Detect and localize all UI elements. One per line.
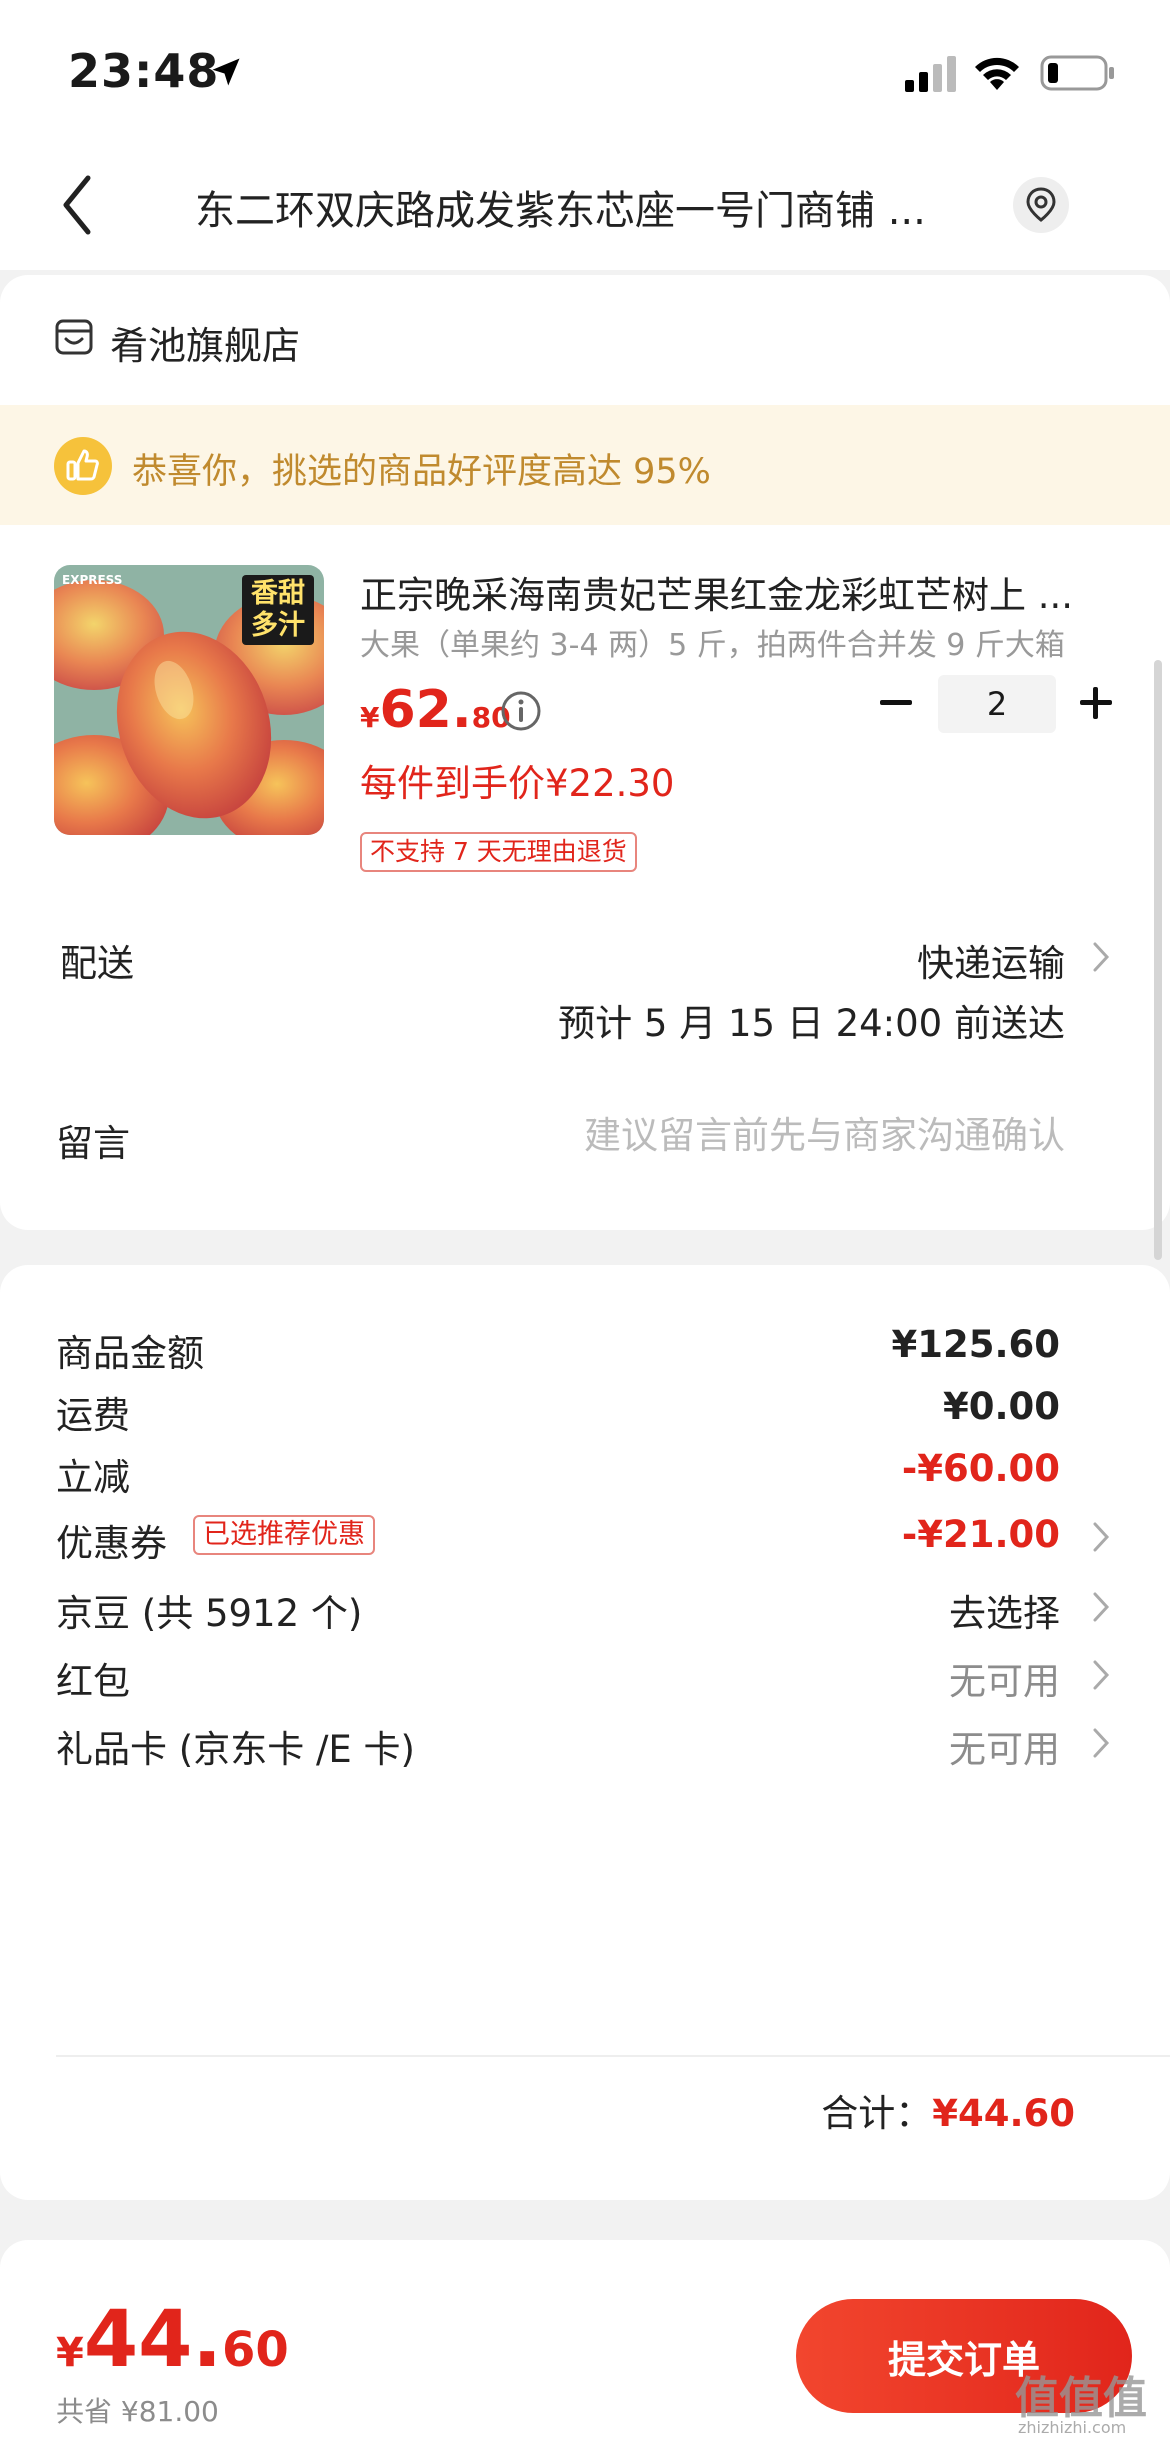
footer-price: ¥44.60 (56, 2295, 289, 2385)
note-input[interactable] (505, 1105, 1065, 1165)
plus-icon[interactable] (1076, 683, 1116, 723)
badge-line-1: 香甜 (251, 578, 305, 609)
total-label: 合计： (821, 2092, 933, 2135)
quantity-value[interactable]: 2 (938, 675, 1056, 733)
coupon-tag: 已选推荐优惠 (193, 1515, 375, 1555)
shop-icon (55, 319, 93, 355)
location-pin-icon (1026, 187, 1056, 222)
discount-label: 立减 (56, 1456, 130, 1499)
watermark-url: zhizhizhi.com (1018, 2418, 1127, 2437)
info-icon[interactable] (500, 690, 542, 732)
price-symbol: ¥ (360, 701, 380, 734)
discount-row: 立减 -¥60.00 (0, 1447, 1170, 1507)
goods-amount-row: 商品金额 ¥125.60 (0, 1323, 1170, 1383)
goods-amount-label: 商品金额 (56, 1332, 204, 1375)
price-summary-card: 商品金额 ¥125.60 运费 ¥0.00 立减 -¥60.00 优惠券 已选推… (0, 1265, 1170, 2200)
coupon-row[interactable]: 优惠券 已选推荐优惠 -¥21.00 (0, 1513, 1170, 1573)
order-product-card: 肴池旗舰店 恭喜你，挑选的商品好评度高达 95% EXPRESS 香甜 多汁 正… (0, 275, 1170, 1230)
delivery-label: 配送 (60, 942, 134, 985)
footer-saved: 共省 ¥81.00 (56, 2395, 219, 2428)
chevron-right-icon[interactable] (1090, 1589, 1112, 1625)
red-packet-label: 红包 (56, 1660, 130, 1703)
footer-price-integer: 44. (83, 2295, 223, 2385)
footer-price-symbol: ¥ (56, 2330, 84, 2376)
discount-value: -¥60.00 (901, 1447, 1060, 1490)
coupon-label: 优惠券 (56, 1522, 167, 1565)
goods-amount-value: ¥125.60 (891, 1323, 1060, 1366)
battery-icon (1040, 55, 1114, 91)
shipping-row: 运费 ¥0.00 (0, 1385, 1170, 1445)
divider (56, 2055, 1170, 2057)
signal-icon (905, 56, 956, 92)
chevron-right-icon[interactable] (1090, 1519, 1112, 1555)
jingdou-value: 去选择 (949, 1592, 1060, 1635)
minus-icon[interactable] (876, 683, 916, 723)
product-price: ¥62.80 (360, 680, 541, 740)
location-arrow-icon (212, 58, 240, 86)
product-image[interactable]: EXPRESS 香甜 多汁 (54, 565, 324, 835)
back-chevron-icon[interactable] (52, 172, 102, 238)
scrollbar[interactable] (1154, 660, 1162, 1260)
total-value: ¥44.60 (932, 2092, 1075, 2135)
nav-bar: 东二环双庆路成发紫东芯座一号门商铺 ... (0, 140, 1170, 270)
badge-line-2: 多汁 (251, 610, 305, 641)
gift-card-label: 礼品卡 (京东卡 /E 卡) (56, 1728, 415, 1771)
jingdou-row[interactable]: 京豆 (共 5912 个) 去选择 (0, 1583, 1170, 1643)
delivery-address-title[interactable]: 东二环双庆路成发紫东芯座一号门商铺 ... (195, 178, 975, 236)
product-badge: 香甜 多汁 (242, 575, 314, 645)
gift-card-value: 无可用 (949, 1728, 1060, 1771)
coupon-value: -¥21.00 (901, 1513, 1060, 1556)
footer-bar: ¥44.60 共省 ¥81.00 提交订单 (0, 2275, 1170, 2447)
red-packet-value: 无可用 (949, 1660, 1060, 1703)
chevron-right-icon[interactable] (1090, 939, 1112, 975)
chevron-right-icon[interactable] (1090, 1657, 1112, 1693)
shop-name: 肴池旗舰店 (110, 324, 301, 368)
delivery-eta: 预计 5 月 15 日 24:00 前送达 (558, 1002, 1065, 1045)
praise-text: 恭喜你，挑选的商品好评度高达 95% (132, 452, 711, 492)
note-label: 留言 (56, 1122, 130, 1165)
thumbs-up-icon (54, 437, 112, 495)
footer-price-decimal: 60 (222, 2322, 289, 2378)
red-packet-row[interactable]: 红包 无可用 (0, 1651, 1170, 1711)
chevron-right-icon[interactable] (1090, 1725, 1112, 1761)
total-row: 合计：¥44.60 (821, 2083, 1075, 2137)
wifi-icon (975, 57, 1019, 90)
praise-banner: 恭喜你，挑选的商品好评度高达 95% (0, 405, 1170, 525)
location-button[interactable] (1013, 177, 1069, 233)
status-bar: 23:48 (0, 0, 1170, 140)
no-return-tag: 不支持 7 天无理由退货 (360, 832, 637, 872)
price-integer: 62. (379, 680, 472, 740)
shipping-label: 运费 (56, 1394, 130, 1437)
product-spec: 大果（单果约 3-4 两）5 斤，拍两件合并发 9 斤大箱 (360, 628, 1065, 663)
express-tag: EXPRESS (62, 573, 123, 587)
gift-card-row[interactable]: 礼品卡 (京东卡 /E 卡) 无可用 (0, 1719, 1170, 1779)
status-time: 23:48 (68, 44, 220, 98)
jingdou-label: 京豆 (共 5912 个) (56, 1592, 363, 1635)
product-title[interactable]: 正宗晚采海南贵妃芒果红金龙彩虹芒树上 ... (360, 565, 1120, 619)
unit-price: 每件到手价¥22.30 (360, 762, 675, 805)
watermark: 值值值 (1015, 2373, 1147, 2424)
shipping-value: ¥0.00 (942, 1385, 1060, 1428)
delivery-method[interactable]: 快递运输 (917, 933, 1065, 987)
